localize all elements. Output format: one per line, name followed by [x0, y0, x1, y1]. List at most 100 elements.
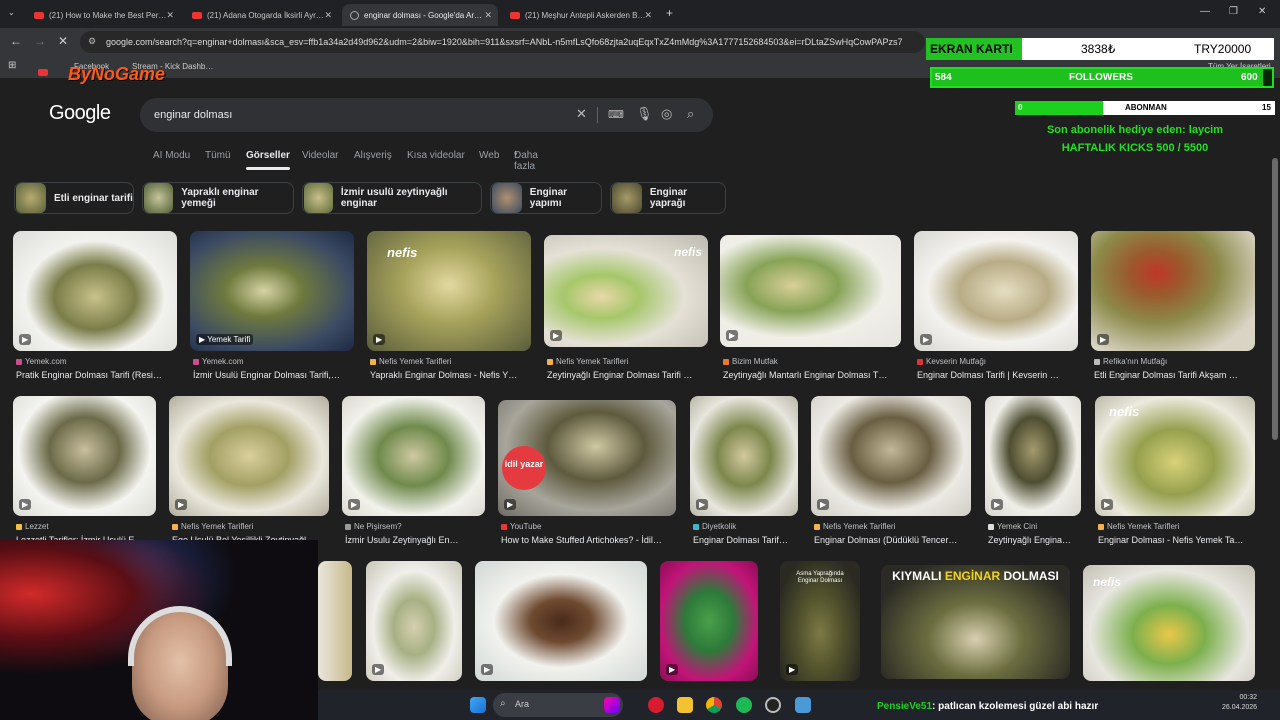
result-image[interactable]: nefis ▶: [544, 235, 708, 347]
result-source[interactable]: Kevserin Mutfağı: [917, 357, 986, 366]
new-tab-icon[interactable]: +: [666, 6, 673, 20]
close-tab-icon[interactable]: ✕: [166, 10, 174, 21]
result-title[interactable]: Etli Enginar Dolması Tarifi Akşam …: [1094, 370, 1254, 380]
microphone-icon[interactable]: 🎙: [636, 106, 653, 122]
chip-etli-enginar[interactable]: Etli enginar tarifi: [14, 182, 134, 214]
result-title[interactable]: Enginar Dolması Tarif…: [693, 535, 798, 545]
result-source[interactable]: Nefis Yemek Tarifleri: [172, 522, 253, 531]
search-input[interactable]: enginar dolması: [154, 109, 232, 121]
tab-list-icon[interactable]: ⌄: [8, 8, 15, 17]
system-clock[interactable]: 00:32 26.04.2026: [1222, 693, 1257, 713]
result-title[interactable]: İzmir Usulü Enginar Dolması Tarifi,…: [193, 370, 353, 380]
result-image[interactable]: ▶ Yemek Tarifi: [190, 231, 354, 351]
google-logo[interactable]: Google: [49, 102, 111, 125]
result-title[interactable]: Enginar Dolması - Nefis Yemek Ta…: [1098, 535, 1256, 545]
tab-images[interactable]: Görseller: [246, 150, 290, 170]
result-image[interactable]: KIYMALI ENGİNAR DOLMASI: [881, 565, 1070, 679]
tab-ai-mode[interactable]: AI Modu: [153, 150, 190, 161]
forward-icon[interactable]: →: [34, 34, 46, 48]
result-image[interactable]: ▶: [13, 396, 156, 516]
result-image[interactable]: ▶: [690, 396, 798, 516]
result-source[interactable]: Nefis Yemek Tarifleri: [814, 522, 895, 531]
restore-icon[interactable]: ❐: [1229, 6, 1238, 17]
result-image[interactable]: ▶: [169, 396, 329, 516]
result-image[interactable]: ▶: [342, 396, 485, 516]
result-source[interactable]: Ne Pişirsem?: [345, 522, 402, 531]
chip-yaprakli-enginar[interactable]: Yapraklı enginar yemeği: [142, 182, 294, 214]
clear-icon[interactable]: ✕: [576, 106, 587, 122]
obs-icon[interactable]: [765, 697, 781, 713]
result-image[interactable]: ▶: [13, 231, 177, 351]
result-source[interactable]: Refika'nın Mutfağı: [1094, 357, 1167, 366]
result-title[interactable]: Zeytinyağlı Mantarlı Enginar Dolması T…: [723, 370, 901, 380]
result-source[interactable]: Nefis Yemek Tarifleri: [1098, 522, 1179, 531]
result-image[interactable]: ▶: [660, 561, 758, 681]
result-title[interactable]: Zeytinyağlı Engina…: [988, 535, 1082, 545]
result-image[interactable]: ▶: [914, 231, 1078, 351]
result-source[interactable]: Nefis Yemek Tarifleri: [370, 357, 451, 366]
result-image[interactable]: nefis ▶: [1095, 396, 1255, 516]
clock-time: 00:32: [1239, 694, 1258, 701]
site-info-icon[interactable]: ⚙: [88, 36, 96, 47]
browser-tab[interactable]: (21) Adana Otogarda İksirli Ayr… ✕: [184, 4, 338, 26]
result-title[interactable]: How to Make Stuffed Artichokes? - İdil…: [501, 535, 677, 545]
result-title[interactable]: Yapraklı Enginar Dolması - Nefis Y…: [370, 370, 530, 380]
result-image[interactable]: Asma Yaprağında Enginar Dolması ▶: [780, 561, 860, 681]
close-tab-icon[interactable]: ✕: [644, 10, 652, 21]
file-explorer-icon[interactable]: [677, 697, 693, 713]
browser-tab[interactable]: (21) How to Make the Best Per… ✕: [26, 4, 180, 26]
result-image[interactable]: nefis ▶: [367, 231, 531, 351]
browser-tab-active[interactable]: enginar dolması - Google'da Ar… ✕: [342, 4, 498, 26]
result-title[interactable]: Pratik Enginar Dolması Tarifi (Resi…: [16, 370, 176, 380]
result-image[interactable]: ▶: [720, 235, 901, 347]
search-icon[interactable]: ⌕: [687, 106, 694, 122]
app-icon[interactable]: [795, 697, 811, 713]
close-tab-icon[interactable]: ✕: [324, 10, 332, 21]
tab-all[interactable]: Tümü: [205, 150, 231, 161]
result-source[interactable]: YouTube: [501, 522, 541, 531]
chrome-icon[interactable]: [706, 697, 722, 713]
close-tab-icon[interactable]: ✕: [484, 10, 492, 21]
result-title[interactable]: Zeytinyağlı Enginar Dolması Tarifi …: [547, 370, 707, 380]
result-source[interactable]: Yemek Cini: [988, 522, 1037, 531]
scrollbar[interactable]: [1272, 158, 1278, 440]
reload-icon[interactable]: ✕: [58, 34, 68, 48]
chip-enginar-yapimi[interactable]: Enginar yapımı: [490, 182, 602, 214]
back-icon[interactable]: ←: [10, 34, 22, 48]
record-icon[interactable]: [648, 697, 664, 713]
tab-shopping[interactable]: Alışveriş: [354, 150, 392, 161]
tab-web[interactable]: Web: [479, 150, 499, 161]
result-title[interactable]: Enginar Dolması Tarifi | Kevserin …: [917, 370, 1077, 380]
result-image[interactable]: ▶: [475, 561, 647, 681]
result-image[interactable]: ▶: [985, 396, 1081, 516]
result-title[interactable]: İzmir Usulu Zeytinyağlı En…: [345, 535, 485, 545]
spotify-icon[interactable]: [736, 697, 752, 713]
browser-tab[interactable]: (21) Meşhur Antepli Askerden B… ✕: [502, 4, 658, 26]
result-source[interactable]: Yemek.com: [16, 357, 67, 366]
tab-short-videos[interactable]: Kısa videolar: [407, 150, 465, 161]
result-source[interactable]: Diyetkolik: [693, 522, 736, 531]
result-image[interactable]: ▶: [366, 561, 462, 681]
result-image[interactable]: nefis: [1083, 565, 1255, 681]
widgets-icon[interactable]: [604, 697, 620, 713]
lens-icon[interactable]: ◎: [661, 106, 672, 122]
result-source[interactable]: Lezzet: [16, 522, 49, 531]
tab-videos[interactable]: Videolar: [302, 150, 339, 161]
result-source[interactable]: Nefis Yemek Tarifleri: [547, 357, 628, 366]
minimize-icon[interactable]: —: [1200, 6, 1210, 17]
windows-start-icon[interactable]: [470, 697, 486, 713]
apps-grid-icon[interactable]: ⊞: [8, 60, 16, 71]
result-title[interactable]: Enginar Dolması (Düdüklü Tencer…: [814, 535, 972, 545]
close-window-icon[interactable]: ✕: [1258, 6, 1266, 17]
result-source[interactable]: Yemek.com: [193, 357, 244, 366]
result-image[interactable]: ▶: [1091, 231, 1255, 351]
result-source[interactable]: Bizim Mutfak: [723, 357, 778, 366]
keyboard-icon[interactable]: ⌨: [608, 108, 624, 121]
result-image[interactable]: ▶: [811, 396, 971, 516]
search-box[interactable]: enginar dolması ✕ ⌨ 🎙 ◎ ⌕: [140, 98, 713, 132]
result-image[interactable]: idil yazar ▶: [498, 400, 676, 516]
url-field[interactable]: ⚙ google.com/search?q=enginar+dolması&sc…: [80, 31, 925, 53]
chip-enginar-yapragi[interactable]: Enginar yaprağı: [610, 182, 726, 214]
result-image[interactable]: [318, 561, 352, 681]
chip-izmir-usulu[interactable]: İzmir usulü zeytinyağlı enginar: [302, 182, 482, 214]
